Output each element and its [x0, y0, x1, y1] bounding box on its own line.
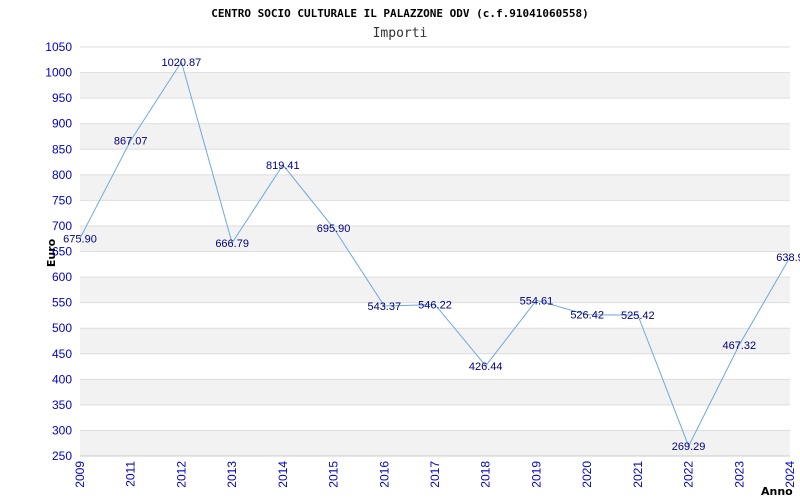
x-tick-label: 2023: [732, 461, 746, 488]
grid-band: [80, 174, 790, 201]
grid-band: [80, 404, 790, 431]
data-label: 467.32: [722, 340, 756, 352]
grid-band: [80, 72, 790, 99]
y-tick-label: 850: [52, 142, 72, 156]
y-tick-label: 350: [52, 398, 72, 412]
data-label: 867.07: [114, 136, 148, 148]
y-tick-label: 950: [52, 91, 72, 105]
x-tick-label: 2020: [580, 461, 594, 488]
data-label: 675.90: [63, 233, 97, 245]
y-tick-label: 300: [52, 423, 72, 437]
y-tick-label: 600: [52, 270, 72, 284]
x-tick-label: 2021: [631, 461, 645, 488]
y-tick-label: 500: [52, 321, 72, 335]
data-label: 525.42: [621, 310, 655, 322]
grid-band: [80, 225, 790, 252]
data-label: 695.90: [317, 223, 351, 235]
y-tick-label: 800: [52, 168, 72, 182]
data-label: 1020.87: [162, 57, 202, 69]
data-label: 546.22: [418, 300, 452, 312]
x-tick-label: 2014: [276, 461, 290, 488]
x-axis-ticks: 2009 2011 2012 2013 2014 2015 2016 2017 2018 2019…: [73, 461, 797, 488]
x-tick-label: 2016: [377, 461, 391, 488]
x-tick-label: 2012: [174, 461, 188, 488]
data-label: 554.61: [520, 295, 554, 307]
grid-band: [80, 98, 790, 124]
grid-band: [80, 200, 790, 226]
x-tick-label: 2022: [682, 461, 696, 488]
x-tick-label: 2017: [428, 461, 442, 488]
x-tick-label: 2019: [529, 461, 543, 488]
y-tick-label: 750: [52, 193, 72, 207]
x-tick-label: 2015: [327, 461, 341, 488]
data-label: 638.9: [776, 252, 800, 264]
x-tick-label: 2024: [783, 461, 797, 488]
x-tick-label: 2011: [124, 461, 138, 487]
y-tick-label: 550: [52, 296, 72, 310]
y-axis-label: Euro: [45, 238, 58, 267]
x-axis-label: Anno: [761, 485, 793, 498]
data-label: 426.44: [469, 361, 503, 373]
y-tick-label: 450: [52, 347, 72, 361]
y-tick-label: 1050: [45, 40, 72, 54]
y-tick-label: 1000: [45, 66, 72, 80]
line-chart: CENTRO SOCIO CULTURALE IL PALAZZONE ODV …: [45, 7, 800, 498]
chart-subtitle: Importi: [373, 26, 428, 41]
y-tick-label: 250: [52, 449, 72, 463]
data-label: 526.42: [570, 310, 604, 322]
grid-band: [80, 149, 790, 175]
grid-band: [80, 379, 790, 405]
y-tick-label: 900: [52, 117, 72, 131]
y-tick-label: 700: [52, 219, 72, 233]
data-label: 269.29: [672, 441, 706, 453]
data-label: 543.37: [367, 301, 401, 313]
x-tick-label: 2018: [479, 461, 493, 488]
data-label: 819.41: [266, 160, 300, 172]
grid-band: [80, 353, 790, 380]
grid-band: [80, 328, 790, 354]
data-label: 666.79: [215, 238, 249, 250]
y-tick-label: 400: [52, 372, 72, 386]
grid-band: [80, 123, 790, 150]
x-tick-label: 2013: [225, 461, 239, 488]
x-tick-label: 2009: [73, 461, 87, 488]
grid-band: [80, 251, 790, 278]
chart-title: CENTRO SOCIO CULTURALE IL PALAZZONE ODV …: [211, 7, 589, 20]
